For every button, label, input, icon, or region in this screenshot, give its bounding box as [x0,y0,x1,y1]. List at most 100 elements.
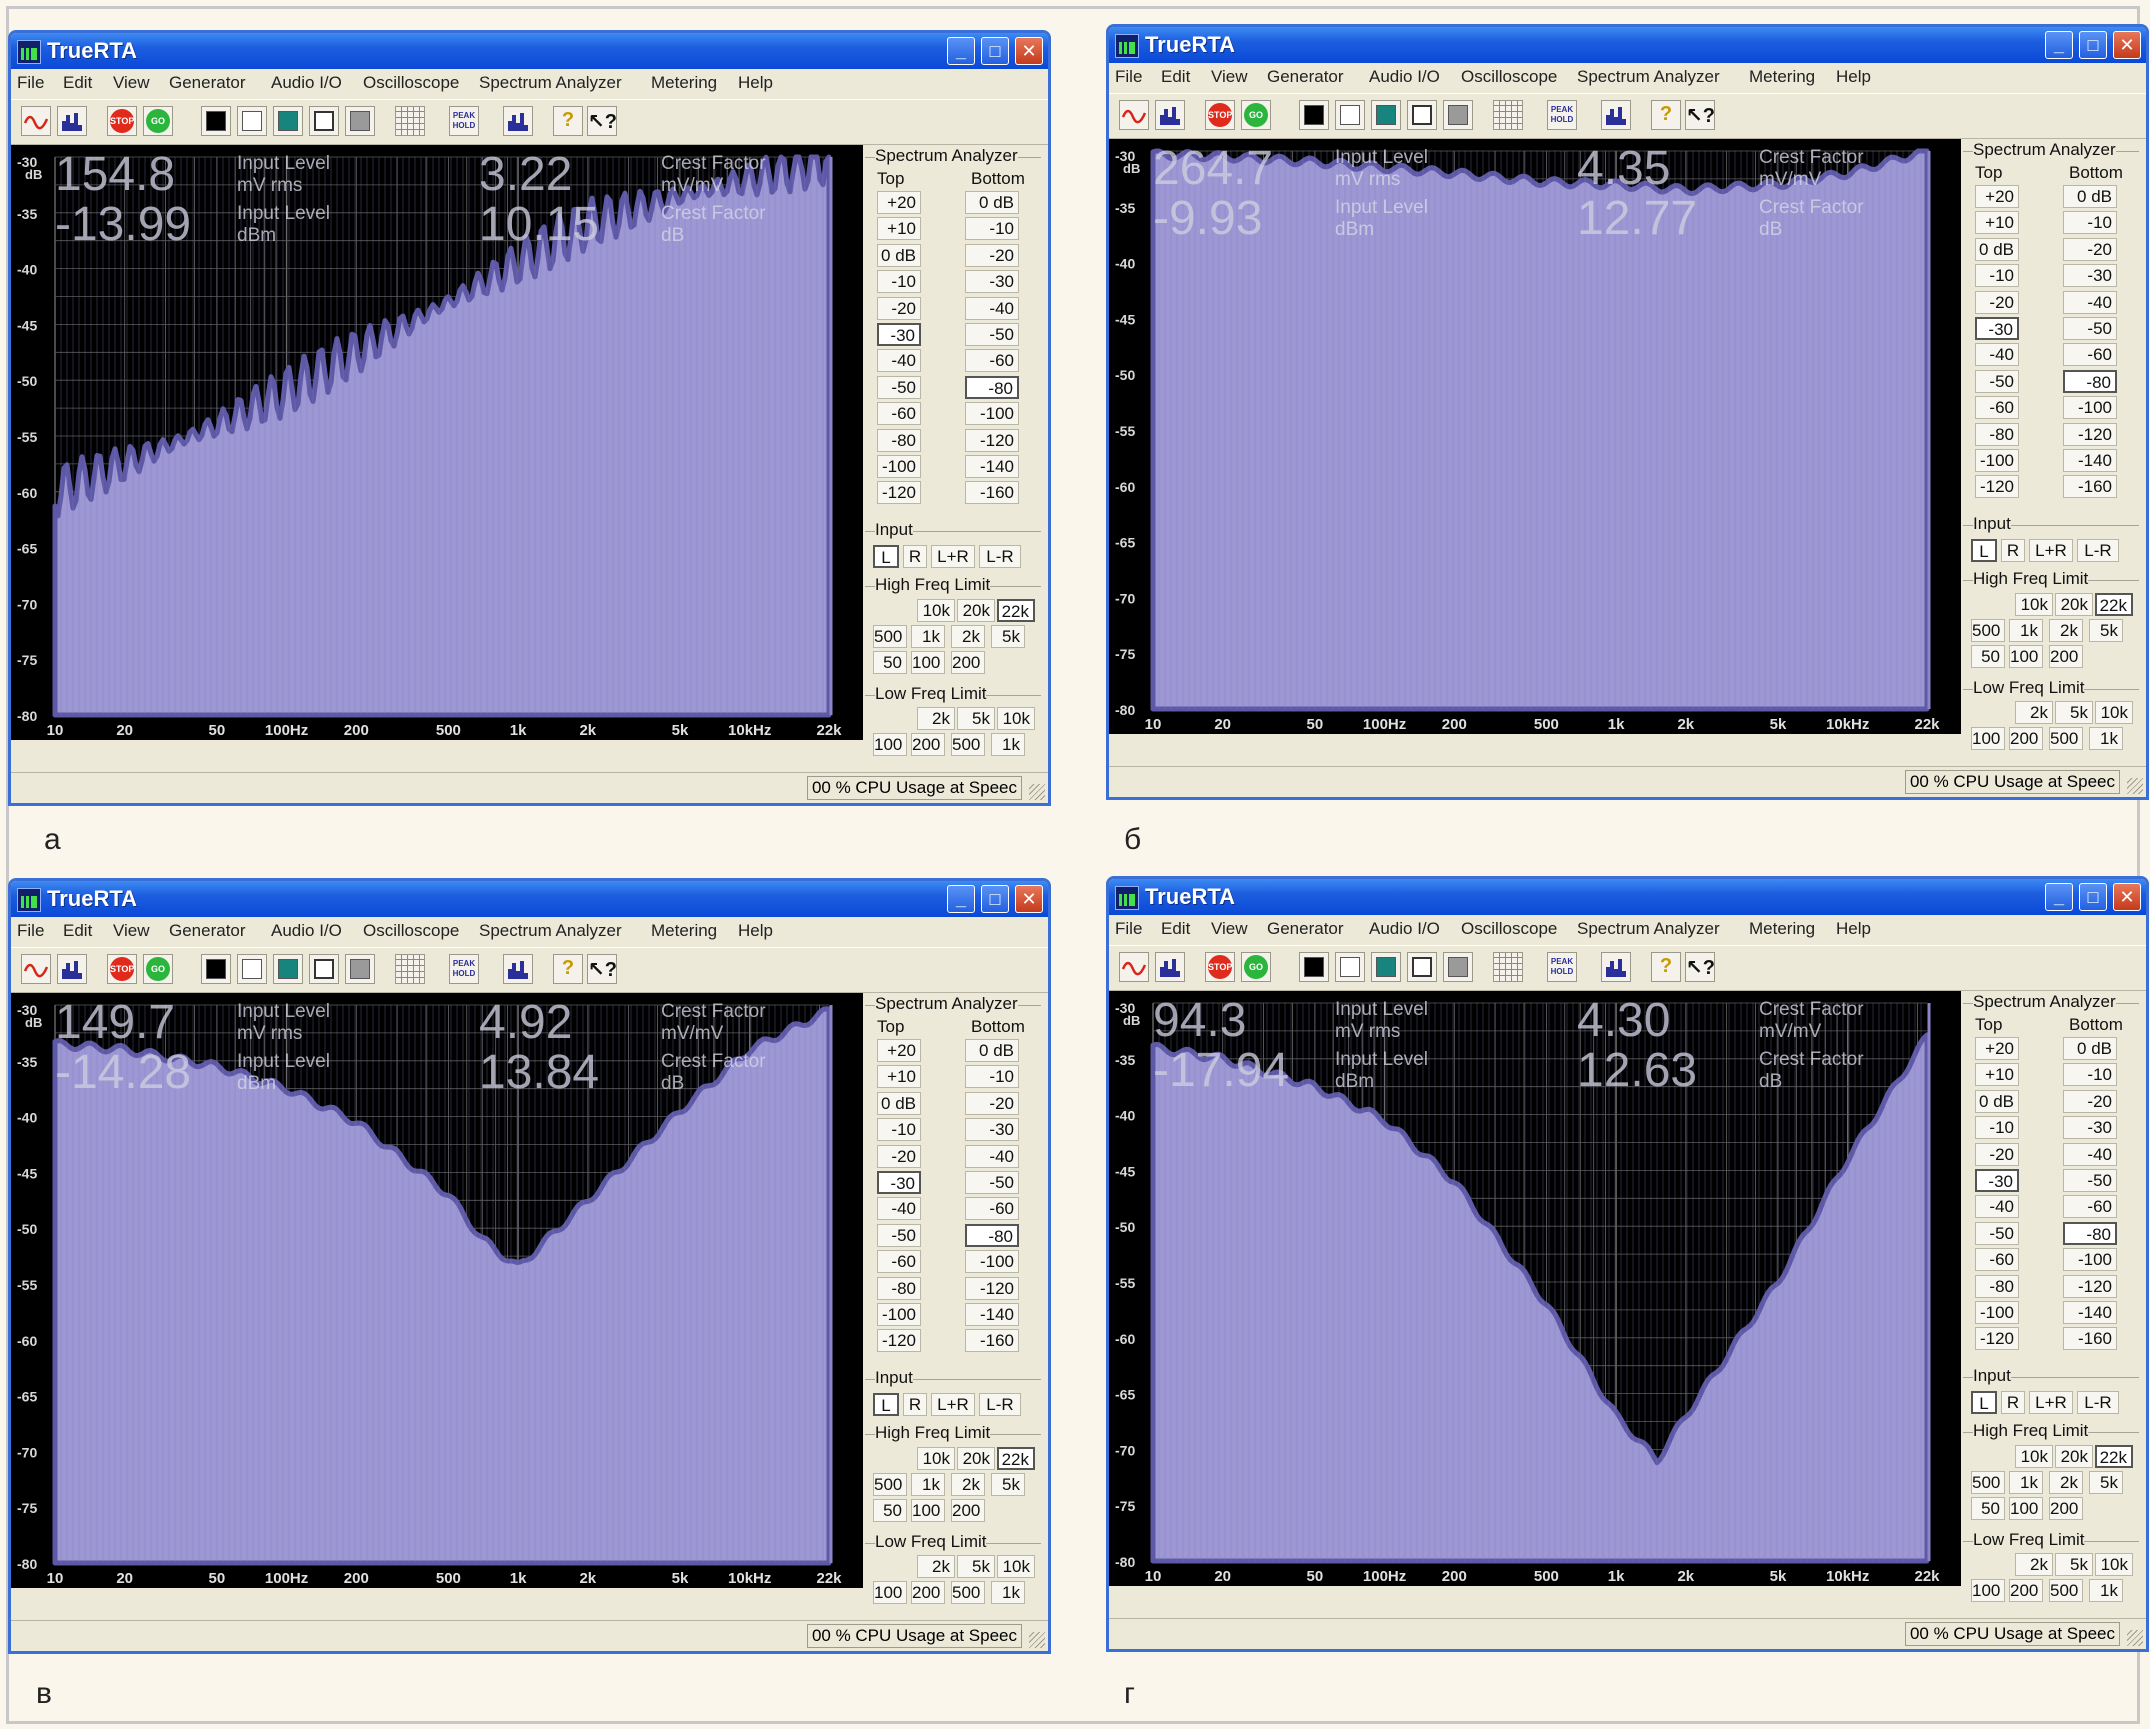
black-background-swatch[interactable] [1299,952,1329,982]
menu-edit[interactable]: Edit [1161,919,1190,939]
top-level-button[interactable]: -80 [877,1276,921,1300]
bottom-level-button[interactable]: -20 [965,1091,1019,1115]
input-l-plus-minus-r-button[interactable]: L+R [931,545,975,568]
menu-generator[interactable]: Generator [169,73,246,93]
help-icon[interactable]: ? [553,106,583,136]
high-freq-button[interactable]: 10k [917,599,955,622]
top-level-button[interactable]: -80 [1975,422,2019,446]
top-level-button[interactable]: -80 [877,428,921,452]
white-outline-swatch[interactable] [1407,100,1437,130]
white-background-swatch[interactable] [237,954,267,984]
top-level-button[interactable]: -60 [877,402,921,426]
bottom-level-button[interactable]: -100 [2063,1248,2117,1272]
white-outline-swatch[interactable] [309,954,339,984]
high-freq-button[interactable]: 500 [873,625,907,648]
top-level-button[interactable]: -20 [877,1144,921,1168]
bottom-level-button[interactable]: -120 [2063,1274,2117,1298]
input-r-button[interactable]: R [903,545,927,568]
menu-edit[interactable]: Edit [63,921,92,941]
gray-background-swatch[interactable] [345,954,375,984]
menu-metering[interactable]: Metering [1749,67,1815,87]
menu-file[interactable]: File [1115,67,1142,87]
help-icon[interactable]: ? [1651,100,1681,130]
stop-icon[interactable]: STOP [1205,100,1235,130]
maximize-button[interactable]: □ [981,37,1009,65]
menu-audio-i-o[interactable]: Audio I/O [1369,919,1440,939]
minimize-button[interactable]: _ [947,37,975,65]
top-level-button[interactable]: -20 [877,296,921,320]
high-freq-button[interactable]: 500 [1971,619,2005,642]
low-freq-button[interactable]: 100 [1971,1579,2005,1602]
bottom-level-button[interactable]: -120 [965,1276,1019,1300]
peak-hold-icon[interactable]: PEAK HOLD [1547,100,1577,130]
low-freq-button[interactable]: 100 [1971,727,2005,750]
maximize-button[interactable]: □ [981,885,1009,913]
bottom-level-button[interactable]: -40 [965,296,1019,320]
title-bar[interactable]: TrueRTA _ □ ✕ [11,881,1048,917]
top-level-button[interactable]: -60 [1975,1248,2019,1272]
top-level-button[interactable]: +10 [877,217,921,241]
resize-grip[interactable] [2127,1630,2143,1646]
low-freq-button[interactable]: 500 [2049,1579,2083,1602]
top-level-button[interactable]: -20 [1975,1142,2019,1166]
top-level-button[interactable]: -100 [877,455,921,478]
top-level-button[interactable]: -30 [877,1171,921,1194]
bar-graph-icon[interactable] [1601,952,1631,982]
high-freq-button[interactable]: 22k [997,1447,1035,1470]
white-background-swatch[interactable] [1335,952,1365,982]
menu-metering[interactable]: Metering [1749,919,1815,939]
title-bar[interactable]: TrueRTA _ □ ✕ [1109,27,2146,63]
input-l-minus-r-button[interactable]: L-R [979,545,1021,568]
top-level-button[interactable]: -50 [1975,369,2019,393]
top-level-button[interactable]: -50 [1975,1221,2019,1245]
high-freq-button[interactable]: 20k [957,1447,995,1470]
bottom-level-button[interactable]: 0 dB [965,1039,1019,1062]
bottom-level-button[interactable]: -10 [965,1065,1019,1089]
menu-help[interactable]: Help [1836,67,1871,87]
input-l-plus-minus-r-button[interactable]: L+R [931,1393,975,1416]
top-level-button[interactable]: -40 [1975,343,2019,367]
bottom-level-button[interactable]: -20 [2063,1089,2117,1113]
menu-metering[interactable]: Metering [651,73,717,93]
high-freq-button[interactable]: 20k [957,599,995,622]
bottom-level-button[interactable]: -140 [965,455,1019,478]
high-freq-button[interactable]: 2k [951,1473,985,1496]
spectrum-graph[interactable]: -30 -35 -40 -45 -50 -55 -60 -65 -70 -75 -80 dB 10 20 5… [1109,991,1961,1586]
sine-wave-icon[interactable] [21,106,51,136]
high-freq-button[interactable]: 1k [911,625,945,648]
low-freq-button[interactable]: 5k [957,1555,995,1578]
bottom-level-button[interactable]: -10 [2063,1063,2117,1087]
menu-view[interactable]: View [113,921,150,941]
black-background-swatch[interactable] [201,954,231,984]
menu-help[interactable]: Help [738,73,773,93]
input-r-button[interactable]: R [2001,1391,2025,1414]
menu-view[interactable]: View [1211,67,1248,87]
teal-background-swatch[interactable] [273,954,303,984]
close-button[interactable]: ✕ [2113,883,2141,911]
low-freq-button[interactable]: 2k [917,707,955,730]
sine-wave-icon[interactable] [21,954,51,984]
top-level-button[interactable]: +10 [1975,1063,2019,1087]
sine-wave-icon[interactable] [1119,952,1149,982]
high-freq-button[interactable]: 5k [991,1473,1025,1496]
top-level-button[interactable]: -10 [1975,264,2019,288]
input-l-minus-r-button[interactable]: L-R [979,1393,1021,1416]
top-level-button[interactable]: -120 [1975,1327,2019,1351]
maximize-button[interactable]: □ [2079,31,2107,59]
bottom-level-button[interactable]: -80 [965,375,1019,399]
low-freq-button[interactable]: 10k [2095,1553,2133,1576]
top-level-button[interactable]: -100 [877,1303,921,1326]
bottom-level-button[interactable]: -60 [2063,343,2117,367]
peak-hold-icon[interactable]: PEAK HOLD [1547,952,1577,982]
spectrum-graph[interactable]: -30 -35 -40 -45 -50 -55 -60 -65 -70 -75 -80 dB 10 20 5… [11,993,863,1588]
minimize-button[interactable]: _ [2045,31,2073,59]
high-freq-button[interactable]: 20k [2055,1445,2093,1468]
menu-oscilloscope[interactable]: Oscilloscope [1461,67,1557,87]
bottom-level-button[interactable]: -40 [2063,1142,2117,1166]
top-level-button[interactable]: 0 dB [1975,237,2019,261]
high-freq-button[interactable]: 200 [2049,1497,2083,1520]
go-icon[interactable]: GO [143,106,173,136]
menu-edit[interactable]: Edit [1161,67,1190,87]
peak-hold-icon[interactable]: PEAK HOLD [449,954,479,984]
top-level-button[interactable]: 0 dB [877,243,921,267]
